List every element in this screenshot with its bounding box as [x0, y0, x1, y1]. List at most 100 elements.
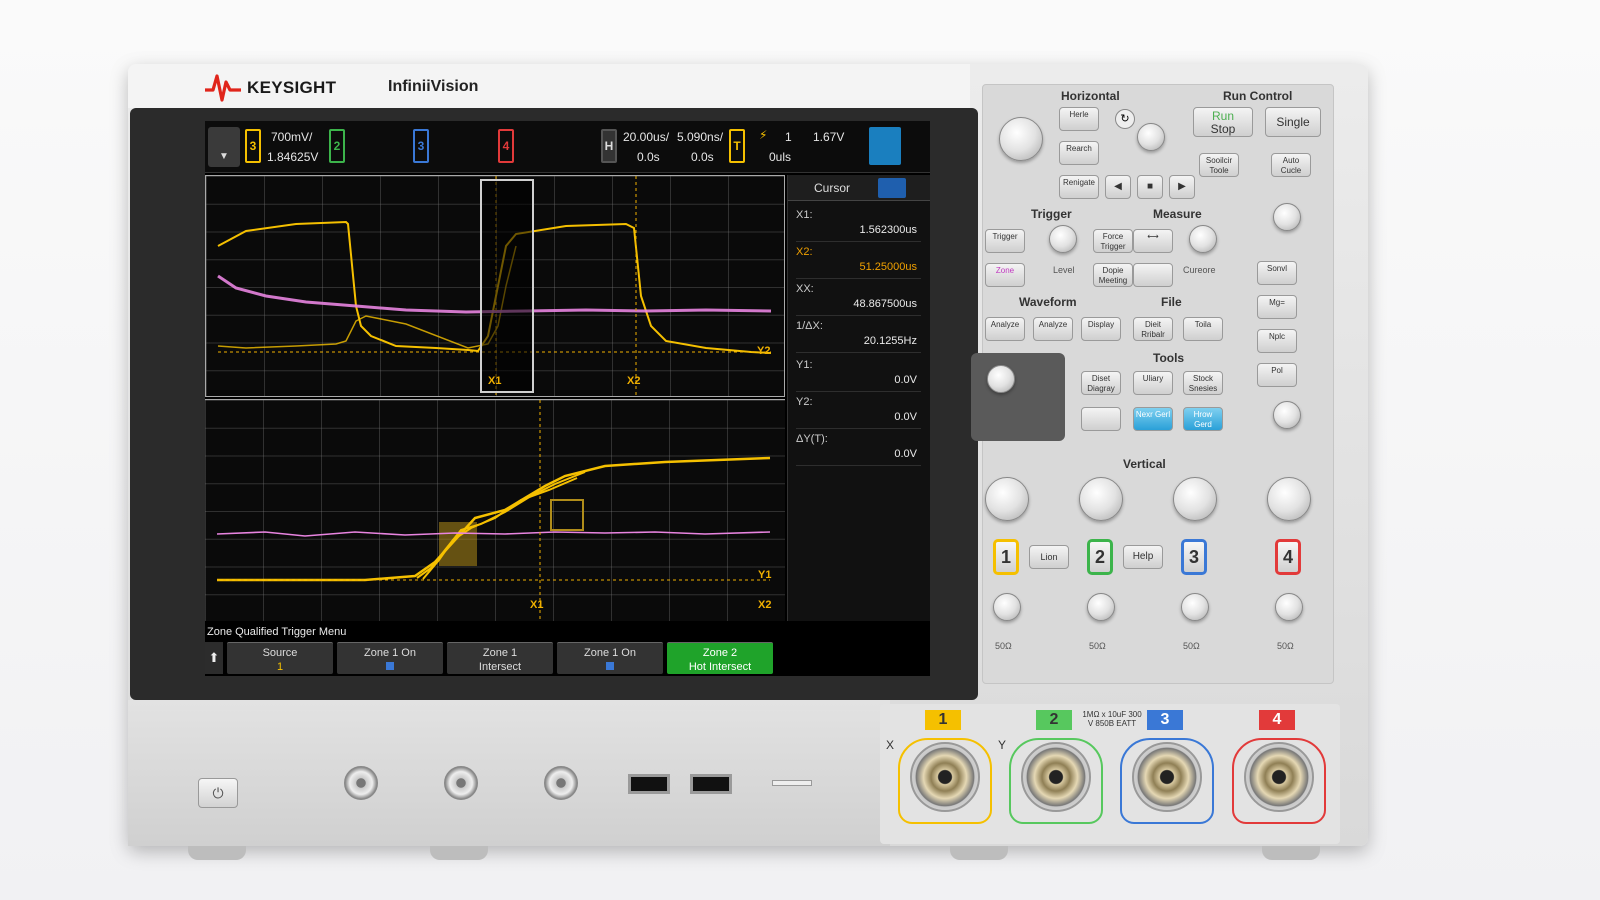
horizontal-scale-knob[interactable]	[999, 117, 1043, 161]
horiz-button[interactable]: Herle	[1059, 107, 1099, 131]
zoom-window[interactable]	[480, 179, 534, 393]
x2-marker[interactable]: X2	[627, 375, 640, 387]
x2-zoom-marker[interactable]: X2	[758, 599, 771, 611]
horizontal-position-knob[interactable]	[1137, 123, 1165, 151]
ch2-scale-knob[interactable]	[1079, 477, 1123, 521]
meas-button[interactable]	[1133, 263, 1173, 287]
softkey-bar: ⬆ Source 1 Zone 1 On Zone 1 Intersect Zone…	[205, 642, 930, 676]
usb-port-2[interactable]	[690, 774, 732, 794]
side-top-knob[interactable]	[1273, 203, 1301, 231]
model-name: InfiniiVision	[388, 78, 479, 95]
gen-out-2-jack[interactable]	[444, 766, 478, 800]
main-menu-button[interactable]: ▼	[208, 127, 240, 167]
chevron-down-icon: ▼	[219, 151, 229, 162]
trigger-button[interactable]: Trigger	[985, 229, 1025, 253]
gen-out-1-jack[interactable]	[344, 766, 378, 800]
ch4-impedance-label: 50Ω	[1277, 641, 1294, 651]
label-button[interactable]: Lion	[1029, 545, 1069, 569]
softkey-zone2-on[interactable]: Zone 1 On	[557, 642, 663, 674]
nav-back-button[interactable]: ◀	[1105, 175, 1131, 199]
previous-button[interactable]: Hrow Gerd	[1183, 407, 1223, 431]
y1-marker[interactable]: Y1	[758, 569, 771, 581]
side-bottom-knob[interactable]	[1273, 401, 1301, 429]
ch4-bnc-input[interactable]	[1244, 742, 1314, 812]
print-button[interactable]: Toila	[1183, 317, 1223, 341]
trigger-indicator[interactable]: T	[729, 129, 745, 163]
run-stop-button[interactable]: Run Stop	[1193, 107, 1253, 137]
side-button-4[interactable]: Pol	[1257, 363, 1297, 387]
y2-marker[interactable]: Y2	[757, 345, 770, 357]
keysight-logo-icon	[205, 74, 241, 102]
force-trigger-button[interactable]: Force Trigger	[1093, 229, 1133, 253]
ch2-input-tag: 2	[1036, 710, 1072, 730]
acquire-button[interactable]: Analyze	[985, 317, 1025, 341]
x1-marker[interactable]: X1	[488, 375, 501, 387]
ch4-scale-knob[interactable]	[1267, 477, 1311, 521]
menu-back-button[interactable]: ⬆	[205, 642, 223, 674]
navigate-button[interactable]: Renigate	[1059, 175, 1099, 199]
softkey-source[interactable]: Source 1	[227, 642, 333, 674]
ch4-indicator[interactable]: 4	[498, 129, 514, 163]
foot-right	[1262, 846, 1320, 860]
side-button-1[interactable]: Sonvl	[1257, 261, 1297, 285]
control-panel: Horizontal Herle ↻ Rearch Renigate ◀ ■ ▶…	[971, 84, 1334, 684]
softkey-zone1-mode[interactable]: Zone 1 Intersect	[447, 642, 553, 674]
single-button[interactable]: Single	[1265, 107, 1321, 137]
mode-coupling-button[interactable]: Dopie Meeting	[1093, 263, 1133, 287]
cursor-settings-icon[interactable]	[878, 178, 906, 198]
digital-display-button[interactable]: Diset Diagray	[1081, 371, 1121, 395]
trigger-level-knob[interactable]	[1049, 225, 1077, 253]
ch2-button[interactable]: 2	[1087, 539, 1113, 575]
zone-button[interactable]: Zone	[985, 263, 1025, 287]
softkey-zone2-mode[interactable]: Zone 2 Hot Intersect	[667, 642, 773, 674]
acquisition-status-icon[interactable]	[869, 127, 901, 165]
math-button[interactable]	[1081, 407, 1121, 431]
side-button-3[interactable]: Nplc	[1257, 329, 1297, 353]
auto-scale-button[interactable]: Auto Cucle	[1271, 153, 1311, 177]
quick-action-button[interactable]: Stock Snesies	[1183, 371, 1223, 395]
general-purpose-knob[interactable]	[987, 365, 1015, 393]
ch1-offset-knob[interactable]	[993, 593, 1021, 621]
horizontal-indicator[interactable]: H	[601, 129, 617, 163]
play-back-icon: ◀	[1114, 181, 1122, 192]
ch1-bnc-input[interactable]	[910, 742, 980, 812]
softkey-zone1-on[interactable]: Zone 1 On	[337, 642, 443, 674]
ch1-scale-knob[interactable]	[985, 477, 1029, 521]
side-button-2[interactable]: Mg=	[1257, 295, 1297, 319]
zoom-graticule[interactable]	[205, 399, 785, 622]
nav-forward-button[interactable]: ▶	[1169, 175, 1195, 199]
trigger-section-label: Trigger	[1031, 207, 1072, 221]
ch4-offset-knob[interactable]	[1275, 593, 1303, 621]
search-button[interactable]: Rearch	[1059, 141, 1099, 165]
ext-trig-jack[interactable]	[544, 766, 578, 800]
cursors-button[interactable]: ⟷	[1133, 229, 1173, 253]
usb-port-1[interactable]	[628, 774, 670, 794]
cursor-row-dx: XX: 48.867500us	[796, 279, 921, 316]
cursors-label: Cureore	[1183, 265, 1216, 275]
default-setup-button[interactable]: Sooilcir Toole	[1199, 153, 1239, 177]
analyze-button[interactable]: Analyze	[1033, 317, 1073, 341]
ch3b-indicator[interactable]: 3	[413, 129, 429, 163]
ch2-indicator[interactable]: 2	[329, 129, 345, 163]
zoom-rotate-icon[interactable]: ↻	[1115, 109, 1135, 129]
help-button[interactable]: Help	[1123, 545, 1163, 569]
nav-stop-button[interactable]: ■	[1137, 175, 1163, 199]
ch1-button[interactable]: 1	[993, 539, 1019, 575]
power-button[interactable]: ⏻	[198, 778, 238, 808]
ch4-button[interactable]: 4	[1275, 539, 1301, 575]
cursors-knob[interactable]	[1189, 225, 1217, 253]
next-button[interactable]: Nexr Gerl	[1133, 407, 1173, 431]
x1-zoom-marker[interactable]: X1	[530, 599, 543, 611]
ch3-bnc-input[interactable]	[1132, 742, 1202, 812]
utility-button[interactable]: Uliary	[1133, 371, 1173, 395]
save-recall-button[interactable]: Dieit Rribalr	[1133, 317, 1173, 341]
display-button[interactable]: Display	[1081, 317, 1121, 341]
ch3-button[interactable]: 3	[1181, 539, 1207, 575]
ch2-offset-knob[interactable]	[1087, 593, 1115, 621]
ch3-indicator[interactable]: 3	[245, 129, 261, 163]
ch3-scale-knob[interactable]	[1173, 477, 1217, 521]
ch3-offset-knob[interactable]	[1181, 593, 1209, 621]
brand-name: KEYSIGHT	[247, 78, 337, 97]
probe-comp-terminal[interactable]	[772, 780, 812, 786]
ch2-bnc-input[interactable]	[1021, 742, 1091, 812]
